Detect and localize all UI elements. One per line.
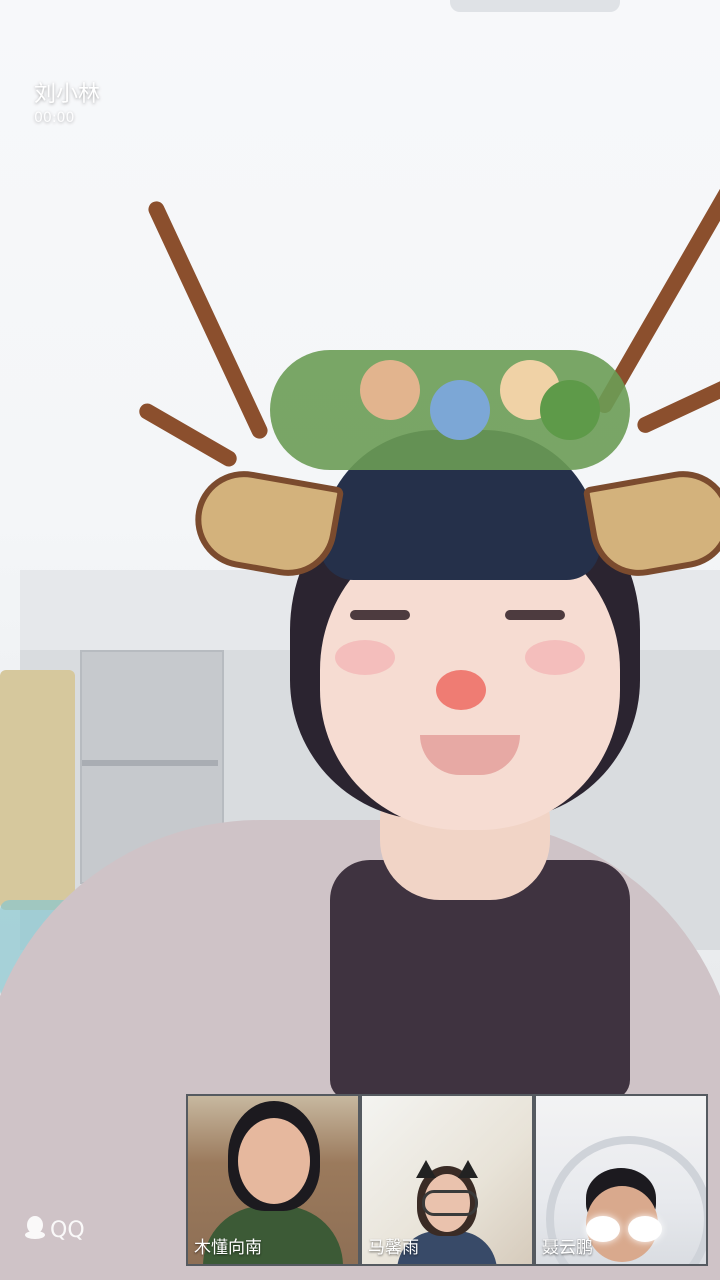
participant-face xyxy=(238,1118,310,1204)
caller-name: 刘小林 xyxy=(34,82,101,107)
background-cabinet-shelf xyxy=(82,760,218,766)
participant-name: 马馨雨 xyxy=(368,1238,419,1258)
filter-left-antler xyxy=(145,198,271,442)
background-towel xyxy=(0,670,75,910)
filter-right-cheek xyxy=(525,640,585,675)
participant-tile[interactable]: 马馨雨 xyxy=(362,1096,532,1264)
person-left-eye xyxy=(350,610,410,620)
filter-right-antler-branch xyxy=(634,374,720,436)
filter-flower xyxy=(540,380,600,440)
qq-watermark: QQ xyxy=(24,1215,85,1245)
filter-eye-glow xyxy=(628,1216,662,1242)
filter-cat-ear xyxy=(458,1160,478,1178)
participant-thumbnails: 木懂向南 马馨雨 聂云鹏 xyxy=(186,1094,708,1266)
filter-left-cheek xyxy=(335,640,395,675)
filter-flower xyxy=(430,380,490,440)
main-video-feed[interactable] xyxy=(0,0,720,1280)
person-right-eye xyxy=(505,610,565,620)
filter-cat-ear xyxy=(416,1160,436,1178)
qq-watermark-text: QQ xyxy=(50,1217,85,1243)
caller-info: 刘小林 00:00 xyxy=(34,76,100,126)
participant-tile[interactable]: 木懂向南 xyxy=(188,1096,358,1264)
filter-flower xyxy=(360,360,420,420)
filter-left-antler-branch xyxy=(136,400,240,470)
filter-glasses xyxy=(422,1190,478,1216)
video-call-screen: 刘小林 00:00 QQ 木懂向南 马馨雨 聂云鹏 xyxy=(0,0,720,1280)
filter-deer-nose xyxy=(436,670,486,710)
top-handle xyxy=(450,0,620,12)
participant-tile[interactable]: 聂云鹏 xyxy=(536,1096,706,1264)
call-duration: 00:00 xyxy=(34,110,75,126)
participant-name: 木懂向南 xyxy=(194,1238,262,1258)
qq-penguin-icon xyxy=(24,1215,46,1245)
participant-name: 聂云鹏 xyxy=(542,1238,593,1258)
